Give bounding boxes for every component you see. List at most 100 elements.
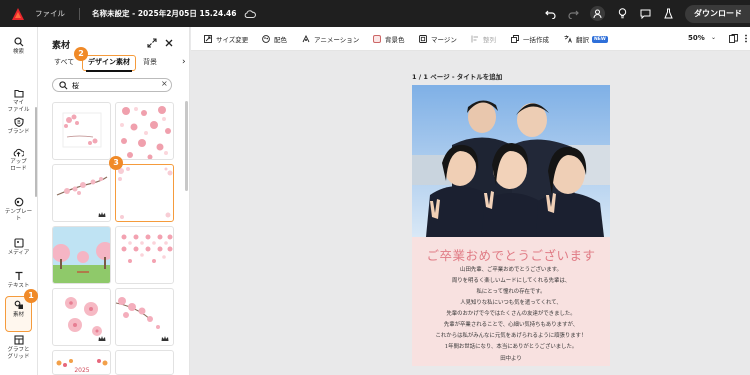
element-thumb-sakura-branch[interactable] bbox=[52, 164, 111, 222]
rail-item-upload[interactable]: アップ ロード bbox=[0, 148, 37, 173]
rail-item-charts-grids[interactable]: グラフと グリッド bbox=[0, 335, 37, 361]
rail-item-my-files[interactable]: マイ ファイル bbox=[0, 89, 37, 114]
adobe-express-logo-icon[interactable] bbox=[11, 7, 25, 21]
expand-icon[interactable] bbox=[147, 38, 157, 48]
sakura-scatter-illustration bbox=[120, 106, 171, 159]
page-label[interactable]: 1 / 1 ページ - タイトルを追加 bbox=[412, 71, 502, 81]
element-thumb-sakura-corner[interactable] bbox=[115, 288, 174, 346]
align-label: 整列 bbox=[483, 36, 496, 44]
background-color-label: 背景色 bbox=[385, 36, 405, 44]
template-icon bbox=[14, 197, 23, 207]
top-right-actions: ダウンロード bbox=[544, 0, 750, 27]
flask-icon[interactable] bbox=[662, 8, 674, 20]
zoom-level[interactable]: 50% bbox=[688, 34, 705, 42]
divider bbox=[79, 7, 80, 20]
step-badge-1: 1 bbox=[24, 289, 38, 303]
tab-all[interactable]: すべて bbox=[54, 57, 74, 67]
element-thumb-more[interactable] bbox=[115, 350, 174, 375]
cloud-icon[interactable] bbox=[244, 9, 257, 19]
greeting-heading[interactable]: ご卒業おめでとうございます bbox=[412, 245, 610, 264]
translate-label: 翻訳 bbox=[576, 36, 589, 44]
element-thumb-sakura-pattern[interactable] bbox=[115, 226, 174, 284]
document-title[interactable]: 名称未設定 - 2025年2月05日 15.24.46 bbox=[92, 8, 236, 19]
translate-button[interactable]: 翻訳 NEW bbox=[564, 34, 608, 44]
design-page[interactable]: ご卒業おめでとうございます 山田先輩、ご卒業おめでとうございます。 周りを明るく… bbox=[412, 85, 610, 366]
rail-label-text: テキスト bbox=[7, 283, 30, 289]
elements-panel: 素材 すべて デザイン素材 背景 › 2 × bbox=[38, 27, 190, 375]
rail-item-text[interactable]: テキスト bbox=[0, 271, 37, 290]
more-icon[interactable] bbox=[744, 34, 748, 43]
resize-button[interactable]: サイズ変更 bbox=[204, 34, 248, 44]
search-icon bbox=[59, 81, 68, 90]
rail-item-search[interactable]: 検索 bbox=[0, 37, 37, 56]
message-line-5[interactable]: 先輩のおかげで今ではたくさんの友達ができました。 bbox=[412, 309, 610, 317]
panel-scrollbar[interactable] bbox=[185, 101, 188, 191]
rail-label-charts-grids: グラフと グリッド bbox=[7, 347, 30, 360]
element-thumb-sakura-frame[interactable] bbox=[115, 164, 174, 222]
rail-item-media[interactable]: メディア bbox=[0, 238, 37, 257]
rail-label-upload: アップ ロード bbox=[10, 159, 27, 172]
new-badge: NEW bbox=[592, 35, 608, 43]
sakura-park-illustration bbox=[53, 227, 110, 283]
redo-icon[interactable] bbox=[567, 8, 579, 20]
panel-title: 素材 bbox=[52, 41, 71, 51]
rail-item-templates[interactable]: テンプレー ト bbox=[0, 197, 37, 223]
comment-icon[interactable] bbox=[639, 8, 651, 20]
message-line-4[interactable]: 人見知りな私にいつも気を遣ってくれて、 bbox=[412, 298, 610, 306]
brand-icon: B bbox=[13, 117, 24, 127]
download-button[interactable]: ダウンロード bbox=[685, 4, 750, 23]
animation-button[interactable]: アニメーション bbox=[302, 34, 359, 44]
tab-active-underline bbox=[86, 70, 132, 72]
animation-label: アニメーション bbox=[314, 36, 360, 44]
chevron-down-icon[interactable]: ⌄ bbox=[711, 34, 716, 41]
message-signature[interactable]: 田中より bbox=[412, 354, 610, 362]
pages-icon[interactable] bbox=[729, 34, 738, 43]
rail-scrollbar[interactable] bbox=[35, 107, 37, 197]
step-badge-2: 2 bbox=[74, 47, 88, 61]
element-thumb-sakura-scatter[interactable] bbox=[115, 102, 174, 160]
tab-design-elements[interactable]: デザイン素材 bbox=[82, 55, 136, 71]
element-thumb-sakura-park[interactable] bbox=[52, 226, 111, 284]
translate-icon bbox=[564, 35, 572, 43]
element-thumb-2025-flowers[interactable]: 2025 bbox=[52, 350, 111, 375]
tab-background[interactable]: 背景 bbox=[143, 57, 157, 67]
share-user-icon[interactable] bbox=[590, 6, 605, 21]
margin-button[interactable]: マージン bbox=[419, 34, 457, 44]
lightbulb-icon[interactable] bbox=[616, 8, 628, 20]
undo-icon[interactable] bbox=[544, 8, 556, 20]
message-line-8[interactable]: 1年間お世話になり、本当にありがとうございました。 bbox=[412, 342, 610, 350]
clear-search-icon[interactable]: × bbox=[161, 79, 168, 88]
bulk-create-button[interactable]: 一括作成 bbox=[511, 34, 549, 44]
margin-icon bbox=[419, 35, 427, 43]
message-line-6[interactable]: 先輩が卒業されることで、心細い気持ちもありますが、 bbox=[412, 320, 610, 328]
sakura-frame-illustration bbox=[118, 167, 173, 219]
background-color-swatch bbox=[373, 35, 381, 43]
background-color-button[interactable]: 背景色 bbox=[373, 34, 405, 44]
element-thumb-sakura-blossoms[interactable] bbox=[52, 288, 111, 346]
message-line-7[interactable]: これからは私がみんなに元気をあげられるように頑張ります！ bbox=[412, 331, 610, 339]
search-box[interactable]: × bbox=[52, 78, 172, 92]
message-line-1[interactable]: 山田先輩、ご卒業おめでとうございます。 bbox=[412, 265, 610, 273]
message-card[interactable]: ご卒業おめでとうございます 山田先輩、ご卒業おめでとうございます。 周りを明るく… bbox=[412, 237, 610, 366]
color-scheme-button[interactable]: 配色 bbox=[262, 34, 287, 44]
resize-icon bbox=[204, 35, 212, 43]
left-rail: 検索 マイ ファイル B ブランド アップ ロード テンプレー ト メディア テ… bbox=[0, 27, 38, 375]
chevron-right-icon[interactable]: › bbox=[182, 57, 186, 67]
resize-label: サイズ変更 bbox=[216, 36, 249, 44]
rail-item-brand[interactable]: B ブランド bbox=[0, 117, 37, 136]
animation-icon bbox=[302, 35, 310, 43]
message-line-3[interactable]: 私にとって憧れの存在です。 bbox=[412, 287, 610, 295]
panel-tabs: すべて デザイン素材 背景 › bbox=[52, 55, 186, 72]
close-icon[interactable] bbox=[164, 38, 174, 48]
chart-grid-icon bbox=[13, 335, 24, 345]
sakura-pattern-illustration bbox=[121, 234, 173, 263]
message-line-2[interactable]: 周りを明るく楽しいムードにしてくれる先輩は、 bbox=[412, 276, 610, 284]
step-badge-3: 3 bbox=[109, 156, 123, 170]
search-input[interactable] bbox=[72, 80, 157, 91]
svg-text:2025: 2025 bbox=[74, 367, 89, 374]
rail-label-search: 検索 bbox=[12, 49, 24, 55]
element-thumb-sakura-card[interactable] bbox=[52, 102, 111, 160]
file-menu[interactable]: ファイル bbox=[35, 8, 65, 19]
align-button[interactable]: 整列 bbox=[471, 34, 496, 44]
students-photo[interactable] bbox=[412, 85, 610, 237]
